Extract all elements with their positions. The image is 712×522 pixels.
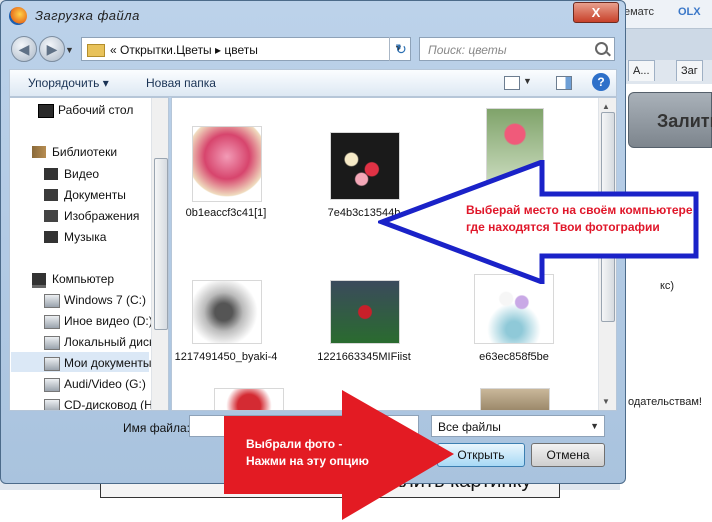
drive-icon <box>44 315 60 329</box>
browser-toolbar-fragment: ематс OLX <box>620 0 712 29</box>
desktop-icon <box>38 104 54 118</box>
page-content-panel <box>620 84 712 522</box>
close-button[interactable]: X <box>573 2 619 23</box>
sidebar-scrollbar[interactable] <box>151 98 168 410</box>
address-path: « Открытки.Цветы ▸ цветы <box>110 43 258 57</box>
callout-press-open: Выбрали фото - Нажми на эту опцию <box>246 436 426 470</box>
chevron-down-icon[interactable]: ▼ <box>523 76 532 86</box>
chevron-down-icon[interactable]: ▼ <box>590 421 599 431</box>
history-dropdown-icon[interactable]: ▼ <box>65 45 74 55</box>
file-thumbnail[interactable] <box>192 126 262 202</box>
sidebar-item-label: Видео <box>64 167 100 181</box>
file-thumbnail[interactable] <box>330 280 400 344</box>
upload-button-background[interactable]: Залить <box>628 92 712 148</box>
file-name[interactable]: 0b1eaccf3c41[1] <box>172 206 286 220</box>
firefox-icon <box>9 7 27 25</box>
music-icon <box>44 231 58 243</box>
navigation-bar: ◀ ▶ ▼ « Открытки.Цветы ▸ цветы ▼ ↻ Поиск… <box>1 33 625 67</box>
cd-drive-icon <box>44 399 60 410</box>
sidebar-item-label: Windows 7 (C:) <box>64 293 147 307</box>
documents-icon <box>44 189 58 201</box>
navigation-pane: Рабочий стол Библиотеки Видео Документы … <box>9 97 169 411</box>
refresh-icon[interactable]: ↻ <box>389 37 412 61</box>
address-bar[interactable]: « Открытки.Цветы ▸ цветы ▼ <box>81 37 411 61</box>
browser-text-fragment: ематс <box>624 6 654 18</box>
sidebar-item-label: Мои документы <box>64 356 152 370</box>
video-icon <box>44 168 58 180</box>
sidebar-item-label: Изображения <box>64 209 140 223</box>
file-thumbnail[interactable] <box>192 280 262 344</box>
search-placeholder: Поиск: цветы <box>428 43 507 57</box>
sidebar-scrollbar-thumb[interactable] <box>154 158 168 330</box>
preview-pane-icon[interactable] <box>556 76 572 90</box>
filename-label: Имя файла: <box>123 421 190 435</box>
callout-line: Выбрали фото - <box>246 437 343 451</box>
olx-logo: OLX <box>678 6 701 18</box>
callout-line: Нажми на эту опцию <box>246 454 369 468</box>
new-folder-button[interactable]: Новая папка <box>146 76 216 90</box>
sidebar-item-label: Рабочий стол <box>58 103 134 117</box>
drive-icon <box>44 336 60 350</box>
page-text-fragment: одательствам! <box>628 396 702 408</box>
help-icon[interactable]: ? <box>592 73 610 91</box>
sidebar-item-label: CD-дисковод (H <box>64 398 153 411</box>
drive-icon <box>44 378 60 392</box>
drive-icon <box>44 357 60 371</box>
file-name[interactable]: 1221663345MIFiist <box>304 350 424 364</box>
browser-tab[interactable]: А... <box>628 60 655 81</box>
file-name[interactable]: e63ec858f5be <box>454 350 574 364</box>
computer-icon <box>32 273 46 288</box>
search-input[interactable]: Поиск: цветы <box>419 37 615 61</box>
dialog-title: Загрузка файла <box>35 8 140 23</box>
sidebar-item-label: Иное видео (D:) <box>64 314 153 328</box>
callout-choose-location: Выберай место на своём компьютере где на… <box>466 203 693 234</box>
browser-tab[interactable]: Заг <box>676 60 703 81</box>
file-thumbnail[interactable] <box>474 274 554 344</box>
sidebar-item-label: Документы <box>64 188 126 202</box>
images-icon <box>44 210 58 222</box>
dialog-toolbar: Упорядочить ▾ Новая папка ▼ ? <box>9 69 617 97</box>
scroll-up-icon[interactable]: ▲ <box>602 102 610 111</box>
drive-icon <box>44 294 60 308</box>
filetype-select[interactable]: Все файлы ▼ <box>431 415 605 437</box>
search-icon[interactable] <box>595 42 608 55</box>
scroll-down-icon[interactable]: ▼ <box>602 397 610 406</box>
sidebar-item-label: Audi/Video (G:) <box>64 377 146 391</box>
file-name[interactable]: 1217491450_byaki-4 <box>172 350 286 364</box>
sidebar-item-label: Компьютер <box>52 272 115 286</box>
dialog-titlebar: Загрузка файла X <box>1 1 625 31</box>
view-options-icon[interactable] <box>504 76 520 90</box>
organize-button[interactable]: Упорядочить ▾ <box>28 76 109 90</box>
file-thumbnail[interactable] <box>480 388 550 410</box>
sidebar-item-label: Музыка <box>64 230 107 244</box>
sidebar-item-label: Библиотеки <box>52 145 118 159</box>
library-icon <box>32 146 46 158</box>
sidebar-item-label: Локальный диск <box>64 335 155 349</box>
cancel-button[interactable]: Отмена <box>531 443 605 467</box>
back-button[interactable]: ◀ <box>11 36 37 62</box>
folder-icon <box>87 44 105 57</box>
forward-button[interactable]: ▶ <box>39 36 65 62</box>
